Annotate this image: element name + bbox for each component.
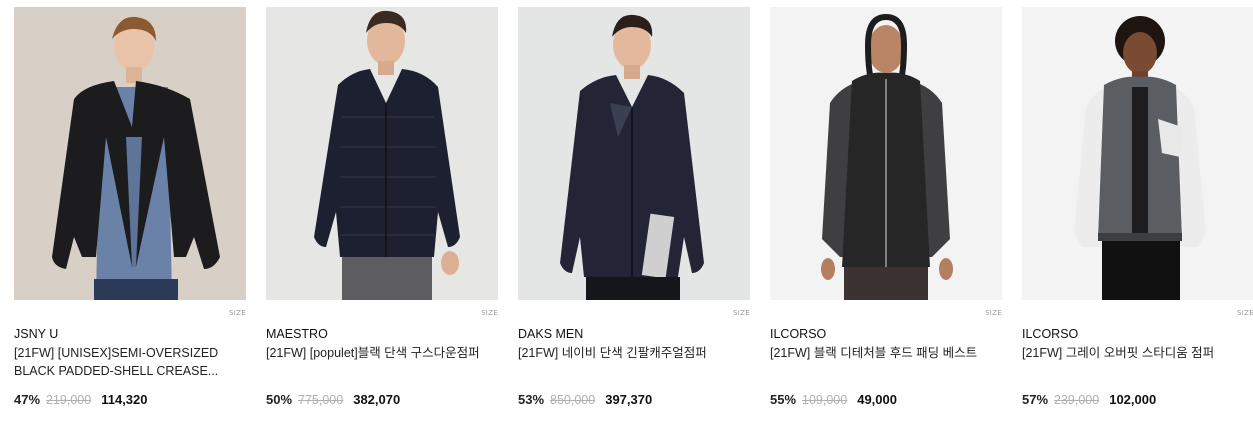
product-photo-ilcorso-vest (770, 7, 1002, 300)
product-title[interactable]: [21FW] 네이비 단색 긴팔캐주얼점퍼 (518, 344, 750, 380)
original-price: 850,000 (550, 393, 596, 407)
product-title[interactable]: [21FW] [UNISEX]SEMI-OVERSIZED BLACK PADD… (14, 344, 246, 380)
product-image[interactable] (1022, 7, 1253, 300)
discount-rate: 50% (266, 392, 293, 407)
product-image[interactable] (518, 7, 750, 300)
product-title[interactable]: [21FW] 블랙 디테처블 후드 패딩 베스트 (770, 344, 1002, 380)
product-image[interactable] (14, 7, 246, 300)
product-card[interactable]: SIZE JSNY U [21FW] [UNISEX]SEMI-OVERSIZE… (14, 7, 246, 407)
original-price: 219,000 (46, 393, 92, 407)
product-brand[interactable]: MAESTRO (266, 326, 498, 342)
product-photo-ilcorso-stadium (1022, 7, 1253, 300)
sale-price: 382,070 (353, 392, 401, 407)
product-brand[interactable]: JSNY U (14, 326, 246, 342)
price-row: 50% 775,000 382,070 (266, 392, 498, 407)
sale-price: 102,000 (1109, 392, 1157, 407)
product-photo-daks (518, 7, 750, 300)
product-photo-jsny (14, 7, 246, 300)
price-row: 47% 219,000 114,320 (14, 392, 246, 407)
product-card[interactable]: SIZE ILCORSO [21FW] 블랙 디테처블 후드 패딩 베스트 55… (770, 7, 1002, 407)
price-row: 57% 239,000 102,000 (1022, 392, 1253, 407)
product-grid: SIZE JSNY U [21FW] [UNISEX]SEMI-OVERSIZE… (0, 0, 1253, 427)
size-guide-link[interactable]: SIZE (1237, 309, 1253, 317)
sale-price: 49,000 (857, 392, 897, 407)
product-card[interactable]: SIZE MAESTRO [21FW] [populet]블랙 단색 구스다운점… (266, 7, 498, 407)
product-photo-maestro (266, 7, 498, 300)
product-brand[interactable]: ILCORSO (770, 326, 1002, 342)
product-title[interactable]: [21FW] 그레이 오버핏 스타디움 점퍼 (1022, 344, 1253, 380)
product-card[interactable]: SIZE ILCORSO [21FW] 그레이 오버핏 스타디움 점퍼 57% … (1022, 7, 1253, 407)
size-guide-link[interactable]: SIZE (481, 309, 498, 317)
size-guide-link[interactable]: SIZE (229, 309, 246, 317)
sale-price: 397,370 (605, 392, 653, 407)
discount-rate: 57% (1022, 392, 1049, 407)
product-image[interactable] (770, 7, 1002, 300)
discount-rate: 55% (770, 392, 797, 407)
original-price: 109,000 (802, 393, 848, 407)
sale-price: 114,320 (101, 392, 148, 407)
price-row: 55% 109,000 49,000 (770, 392, 1002, 407)
product-brand[interactable]: ILCORSO (1022, 326, 1253, 342)
size-guide-link[interactable]: SIZE (733, 309, 750, 317)
product-card[interactable]: SIZE DAKS MEN [21FW] 네이비 단색 긴팔캐주얼점퍼 53% … (518, 7, 750, 407)
product-title[interactable]: [21FW] [populet]블랙 단색 구스다운점퍼 (266, 344, 498, 380)
discount-rate: 47% (14, 392, 41, 407)
product-image[interactable] (266, 7, 498, 300)
original-price: 775,000 (298, 393, 344, 407)
size-guide-link[interactable]: SIZE (985, 309, 1002, 317)
original-price: 239,000 (1054, 393, 1100, 407)
discount-rate: 53% (518, 392, 545, 407)
price-row: 53% 850,000 397,370 (518, 392, 750, 407)
product-brand[interactable]: DAKS MEN (518, 326, 750, 342)
